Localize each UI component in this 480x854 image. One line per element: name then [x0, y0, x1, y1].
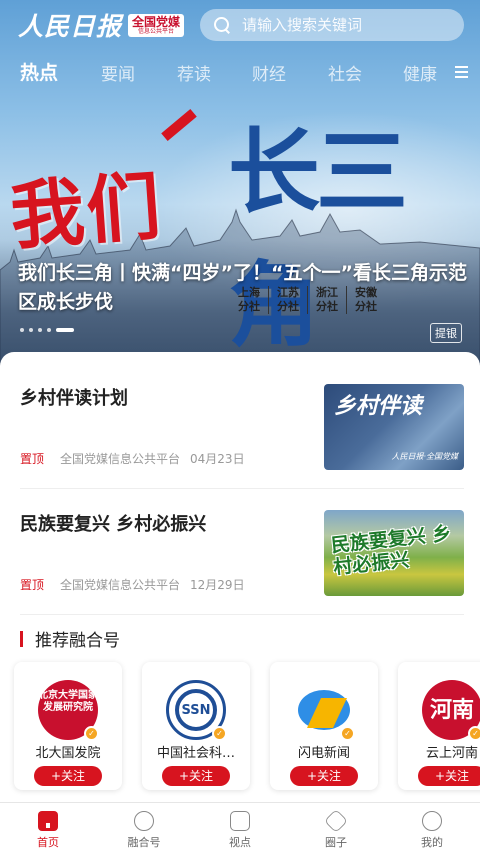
account-card[interactable]: 河南 ✓ 云上河南 +关注: [398, 662, 480, 790]
tab-mine[interactable]: 我的: [384, 803, 480, 854]
carousel-dot: [38, 328, 42, 332]
tab-home[interactable]: 首页: [0, 803, 96, 854]
article-title[interactable]: 民族要复兴 乡村必振兴: [20, 510, 206, 536]
article-thumbnail[interactable]: 乡村伴读 人民日报·全国党媒: [324, 384, 464, 470]
logo-badge-sub: 信息公共平台: [138, 27, 175, 35]
follow-button[interactable]: +关注: [162, 766, 230, 786]
account-name: 云上河南: [425, 746, 478, 761]
hero-art-red: 我们: [7, 163, 166, 261]
hero-banner[interactable]: 我们 长三角 上海 分社 江苏 分社 浙江 分社 安徽 分社 我们长三角丨快满“四岁”了…: [0, 0, 480, 372]
account-card[interactable]: SSN ✓ 中国社会科… +关注: [142, 662, 250, 790]
article-date: 04月23日: [190, 452, 245, 466]
account-name: 北大国发院: [35, 746, 101, 761]
follow-button[interactable]: +关注: [34, 766, 102, 786]
article-meta: 置顶 全国党媒信息公共平台 04月23日: [20, 450, 245, 467]
verified-icon: ✓: [84, 726, 99, 741]
tab-label: 首页: [37, 836, 59, 849]
section-accent-bar: [20, 630, 23, 647]
tab-hot[interactable]: 热点: [20, 58, 58, 85]
account-carousel[interactable]: 北京大学国家发展研究院 ✓ 北大国发院 +关注 SSN ✓ 中国社会科… +关注…: [14, 662, 480, 792]
carousel-dots: [20, 328, 79, 332]
follow-button[interactable]: +关注: [290, 766, 358, 786]
tab-viewpoint[interactable]: 视点: [192, 803, 288, 854]
logo-badge: 全国党媒 信息公共平台: [128, 13, 185, 37]
tab-society[interactable]: 社会: [328, 60, 362, 85]
section-title: 推荐融合号: [35, 631, 120, 651]
article-item[interactable]: 乡村伴读计划 置顶 全国党媒信息公共平台 04月23日 乡村伴读 人民日报·全国…: [20, 384, 464, 474]
tab-label: 圈子: [325, 836, 347, 849]
logo-badge-main: 全国党媒: [132, 14, 181, 29]
home-icon: [38, 811, 58, 831]
tab-news[interactable]: 要闻: [101, 60, 135, 85]
hexagon-icon: [323, 808, 349, 834]
main-content: 乡村伴读计划 置顶 全国党媒信息公共平台 04月23日 乡村伴读 人民日报·全国…: [0, 352, 480, 802]
media-icon: [134, 811, 154, 831]
search-icon: [214, 17, 230, 33]
article-item[interactable]: 民族要复兴 乡村必振兴 置顶 全国党媒信息公共平台 12月29日 民族要复兴 乡…: [20, 510, 464, 600]
tab-finance[interactable]: 财经: [252, 60, 286, 85]
channel-menu-icon[interactable]: [455, 66, 468, 78]
verified-icon: ✓: [212, 726, 227, 741]
carousel-dot: [47, 328, 51, 332]
thumbnail-text: 乡村伴读: [334, 393, 423, 419]
thumbnail-text: 民族要复兴 乡村必振兴: [330, 522, 453, 579]
bottom-tab-bar: 首页 融合号 视点 圈子 我的: [0, 802, 480, 854]
channel-tabs: 热点 要闻 荐读 财经 社会 健康: [0, 56, 480, 90]
article-date: 12月29日: [190, 578, 245, 592]
article-source: 全国党媒信息公共平台: [60, 452, 181, 466]
account-name: 中国社会科…: [156, 746, 235, 761]
logo-text: 人民日报: [18, 12, 123, 41]
account-name: 闪电新闻: [297, 746, 350, 761]
tab-media[interactable]: 融合号: [96, 803, 192, 854]
tab-circle[interactable]: 圈子: [288, 803, 384, 854]
article-meta: 置顶 全国党媒信息公共平台 12月29日: [20, 576, 245, 593]
account-card[interactable]: ✓ 闪电新闻 +关注: [270, 662, 378, 790]
follow-button[interactable]: +关注: [418, 766, 480, 786]
divider: [20, 488, 464, 489]
carousel-dot: [20, 328, 24, 332]
carousel-dot-active: [56, 328, 74, 332]
tv-icon: [230, 811, 250, 831]
pinned-badge: 置顶: [20, 578, 45, 592]
carousel-dot: [29, 328, 33, 332]
article-title[interactable]: 乡村伴读计划: [20, 384, 128, 410]
section-header: 推荐融合号: [20, 626, 120, 651]
search-input[interactable]: [242, 16, 442, 34]
app-logo[interactable]: 人民日报 全国党媒 信息公共平台: [18, 10, 185, 41]
hero-title[interactable]: 我们长三角丨快满“四岁”了！“五个一”看长三角示范区成长步伐: [18, 259, 468, 317]
search-bar[interactable]: [200, 9, 464, 41]
divider: [20, 614, 464, 615]
tab-health[interactable]: 健康: [403, 60, 437, 85]
hero-tag: 提银: [430, 323, 462, 343]
top-bar: 人民日报 全国党媒 信息公共平台: [0, 0, 480, 52]
verified-icon: ✓: [468, 726, 480, 741]
verified-icon: ✓: [340, 726, 355, 741]
tab-label: 我的: [421, 836, 443, 849]
article-thumbnail[interactable]: 民族要复兴 乡村必振兴: [324, 510, 464, 596]
tab-recommend[interactable]: 荐读: [177, 60, 211, 85]
avatar-label: SSN: [181, 703, 211, 718]
pinned-badge: 置顶: [20, 452, 45, 466]
tab-label: 视点: [229, 836, 251, 849]
account-card[interactable]: 北京大学国家发展研究院 ✓ 北大国发院 +关注: [14, 662, 122, 790]
thumbnail-logo: 人民日报·全国党媒: [391, 452, 458, 461]
article-source: 全国党媒信息公共平台: [60, 578, 181, 592]
tab-label: 融合号: [127, 836, 161, 849]
user-icon: [422, 811, 442, 831]
